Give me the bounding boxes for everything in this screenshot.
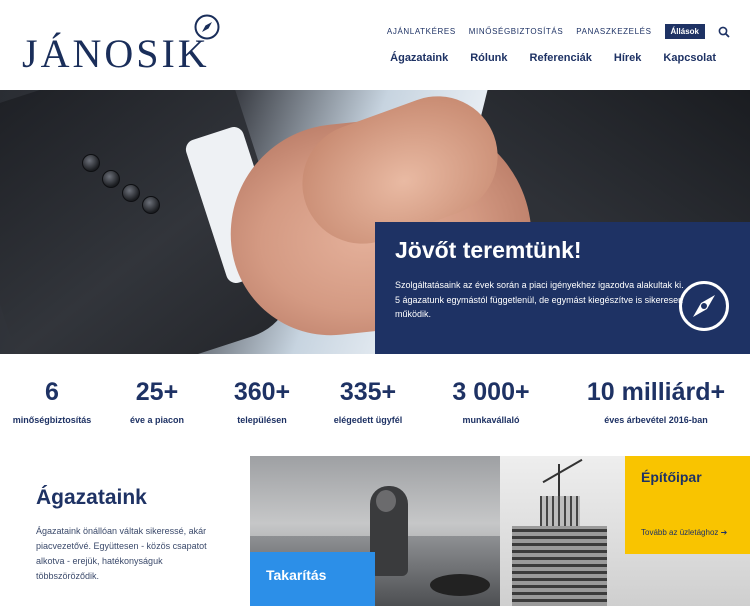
hero-title: Jövőt teremtünk!	[395, 237, 582, 263]
topnav-quality[interactable]: MINŐSÉGBIZTOSÍTÁS	[469, 27, 564, 36]
search-icon[interactable]	[718, 26, 730, 38]
sectors-intro: Ágazataink Ágazataink önállóan váltak si…	[0, 456, 250, 606]
tile-cleaning-label[interactable]: Takarítás	[250, 552, 375, 606]
arrow-right-icon: ➔	[720, 528, 728, 537]
stat-label: településen	[237, 415, 287, 425]
main-nav: Ágazataink Rólunk Referenciák Hírek Kapc…	[390, 52, 716, 64]
stats-bar: 6 minőségbiztosítás 25+ éve a piacon 360…	[0, 354, 750, 456]
nav-news[interactable]: Hírek	[614, 52, 642, 64]
stat-item: 335+ elégedett ügyfél	[326, 378, 410, 426]
tile-worker-head	[376, 490, 396, 512]
construction-more-link[interactable]: Tovább az üzletághoz ➔	[641, 528, 727, 537]
tile-cleaning-image[interactable]: Takarítás	[250, 456, 500, 606]
stat-label: minőségbiztosítás	[12, 415, 92, 425]
nav-sectors[interactable]: Ágazataink	[390, 52, 448, 64]
stat-label: éve a piacon	[129, 415, 185, 425]
sleeve-button	[122, 184, 140, 202]
site-header: JÁNOSIK AJÁNLATKÉRES MINŐSÉGBIZTOSÍTÁS P…	[0, 0, 750, 90]
tile-floor-machine	[430, 574, 490, 596]
hero-text: Szolgáltatásaink az évek során a piaci i…	[395, 280, 684, 320]
stat-number: 10 milliárd+	[586, 378, 726, 406]
tile-tower	[512, 526, 607, 606]
topnav-quote-request[interactable]: AJÁNLATKÉRES	[387, 27, 456, 36]
tile-construction-label[interactable]: Építőipar Tovább az üzletághoz ➔	[625, 456, 750, 554]
sleeve-button	[102, 170, 120, 188]
nav-about[interactable]: Rólunk	[470, 52, 507, 64]
stat-item: 6 minőségbiztosítás	[10, 378, 94, 426]
stat-number: 360+	[233, 378, 291, 406]
tile-crane-arm	[542, 458, 583, 484]
hero-text-box: Jövőt teremtünk! Szolgáltatásaink az éve…	[375, 222, 750, 354]
nav-contact[interactable]: Kapcsolat	[663, 52, 716, 64]
stat-item: 3 000+ munkavállaló	[436, 378, 546, 426]
stat-label: elégedett ügyfél	[333, 415, 403, 425]
logo[interactable]: JÁNOSIK	[22, 34, 210, 74]
sectors-title: Ágazataink	[36, 486, 147, 509]
construction-more-text: Tovább az üzletághoz	[641, 528, 719, 537]
sleeve-button	[82, 154, 100, 172]
tile-tower-top	[540, 496, 580, 530]
top-utility-nav: AJÁNLATKÉRES MINŐSÉGBIZTOSÍTÁS PANASZKEZ…	[387, 24, 730, 39]
stat-item: 25+ éve a piacon	[118, 378, 196, 426]
stat-number: 6	[45, 378, 59, 406]
compass-icon	[679, 281, 729, 331]
jobs-button[interactable]: Állások	[664, 24, 705, 39]
topnav-complaints[interactable]: PANASZKEZELÉS	[576, 27, 651, 36]
stat-item: 360+ településen	[222, 378, 302, 426]
nav-references[interactable]: Referenciák	[530, 52, 592, 64]
tile-construction-title: Építőipar	[641, 469, 702, 485]
stat-number: 335+	[339, 378, 397, 406]
stat-number: 25+	[135, 378, 179, 406]
sectors-text: Ágazataink önállóan váltak sikeressé, ak…	[36, 526, 207, 581]
stat-label: munkavállaló	[462, 415, 520, 425]
sleeve-button	[142, 196, 160, 214]
compass-logo-icon	[194, 14, 220, 40]
stat-number: 3 000+	[452, 378, 530, 406]
stat-label: éves árbevétel 2016-ban	[604, 415, 708, 425]
stat-item: 10 milliárd+ éves árbevétel 2016-ban	[580, 378, 732, 426]
